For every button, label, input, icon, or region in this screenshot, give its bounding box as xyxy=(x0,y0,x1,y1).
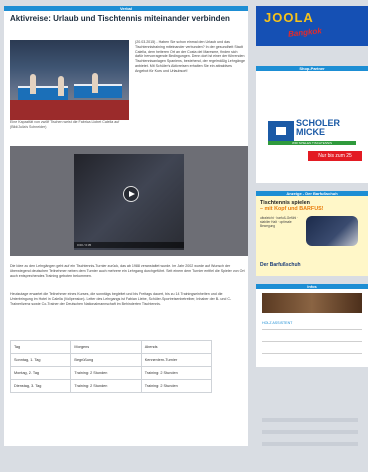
table-header-cell: Abends xyxy=(140,340,212,354)
sidebar: JOOLA Bangkok Shop-Partner SCHOLER MICKE… xyxy=(256,6,368,472)
play-icon[interactable] xyxy=(123,186,139,202)
faded-line xyxy=(262,418,358,422)
video-time: 0:00 / 0:35 xyxy=(77,243,92,247)
faded-line xyxy=(262,442,358,446)
article-title: Aktivreise: Urlaub und Tischtennis mitei… xyxy=(10,14,230,23)
shoe-image xyxy=(306,216,358,246)
joola-ad[interactable]: JOOLA Bangkok xyxy=(256,6,368,46)
scholer-ad[interactable]: SCHOLER MICKE WIR SPIELEN TISCHTENNIS Nu… xyxy=(256,71,368,183)
table-cell: Training: 2 Stunden xyxy=(70,366,142,380)
article-intro: (20.03.2015) - Haben Sie schon einmal de… xyxy=(135,40,245,73)
scholer-deal: Nur bis zum 25 xyxy=(308,151,362,161)
wood-heading: HOLZ ASSISTENT xyxy=(262,321,293,325)
table-row: Montag, 2. Tag Training: 2 Stunden Train… xyxy=(10,366,212,380)
barfuss-list: ultraleicht · barfuß-Gefühl · stabiler H… xyxy=(260,216,299,228)
table-header-cell: Morgens xyxy=(70,340,142,354)
video-player[interactable]: 0:00 / 0:35 xyxy=(10,146,248,256)
article-paragraph: Heutzutage erwartet die Teilnehmer eines… xyxy=(10,292,232,306)
photo-caption: Eine Kapazität von zwölf Tischen weist d… xyxy=(10,120,120,129)
floor xyxy=(10,100,129,120)
scholer-name-bottom: MICKE xyxy=(296,127,325,137)
player xyxy=(30,74,36,94)
table-row: Sonntag, 1. Tag Begrüßung Kennenlern-Tur… xyxy=(10,353,212,367)
table-cell: Training: 2 Stunden xyxy=(140,366,212,380)
table-cell: Training: 2 Stunden xyxy=(70,379,142,393)
main-content: Verbal Aktivreise: Urlaub und Tischtenni… xyxy=(4,6,248,446)
joola-brand: JOOLA xyxy=(264,10,314,25)
divider xyxy=(262,341,362,342)
table-cell: Sonntag, 1. Tag xyxy=(10,353,71,367)
table-cell: Training: 2 Stunden xyxy=(140,379,212,393)
barfuss-heading: Tischtennis spielen – mit Kopf und BARFU… xyxy=(260,200,323,212)
scholer-logo-icon xyxy=(268,121,294,141)
barfuss-heading-b: – mit Kopf und BARFUS! xyxy=(260,206,324,212)
barfuss-ad[interactable]: Tischtennis spielen – mit Kopf und BARFU… xyxy=(256,196,368,276)
video-screen[interactable] xyxy=(74,154,184,250)
article-photo xyxy=(10,40,129,120)
joola-logo: JOOLA xyxy=(264,10,314,25)
article-paragraph: Die Idee zu den Lehrgängen geht auf ein … xyxy=(10,264,245,278)
table-header-row: Tag Morgens Abends xyxy=(10,340,212,354)
player xyxy=(92,73,98,93)
barfuss-footer: Der Barfußschuh xyxy=(260,262,301,268)
wood-ad[interactable]: HOLZ ASSISTENT xyxy=(256,289,368,367)
table-cell: Dienstag, 3. Tag xyxy=(10,379,71,393)
divider xyxy=(262,353,362,354)
scholer-name: SCHOLER MICKE xyxy=(296,119,340,137)
table-tennis-table xyxy=(74,84,122,98)
table-cell: Montag, 2. Tag xyxy=(10,366,71,380)
video-controls[interactable]: 0:00 / 0:35 xyxy=(74,242,184,248)
table-cell: Kennenlern-Turnier xyxy=(140,353,212,367)
table-cell: Begrüßung xyxy=(70,353,142,367)
joola-sub: Bangkok xyxy=(287,26,323,39)
schedule-table: Tag Morgens Abends Sonntag, 1. Tag Begrü… xyxy=(10,340,212,393)
table-header-cell: Tag xyxy=(10,340,71,354)
scholer-tagline: WIR SPIELEN TISCHTENNIS xyxy=(268,141,356,145)
divider xyxy=(262,329,362,330)
faded-line xyxy=(262,430,358,434)
player xyxy=(58,76,64,96)
table-row: Dienstag, 3. Tag Training: 2 Stunden Tra… xyxy=(10,379,212,393)
wood-image xyxy=(262,293,362,313)
